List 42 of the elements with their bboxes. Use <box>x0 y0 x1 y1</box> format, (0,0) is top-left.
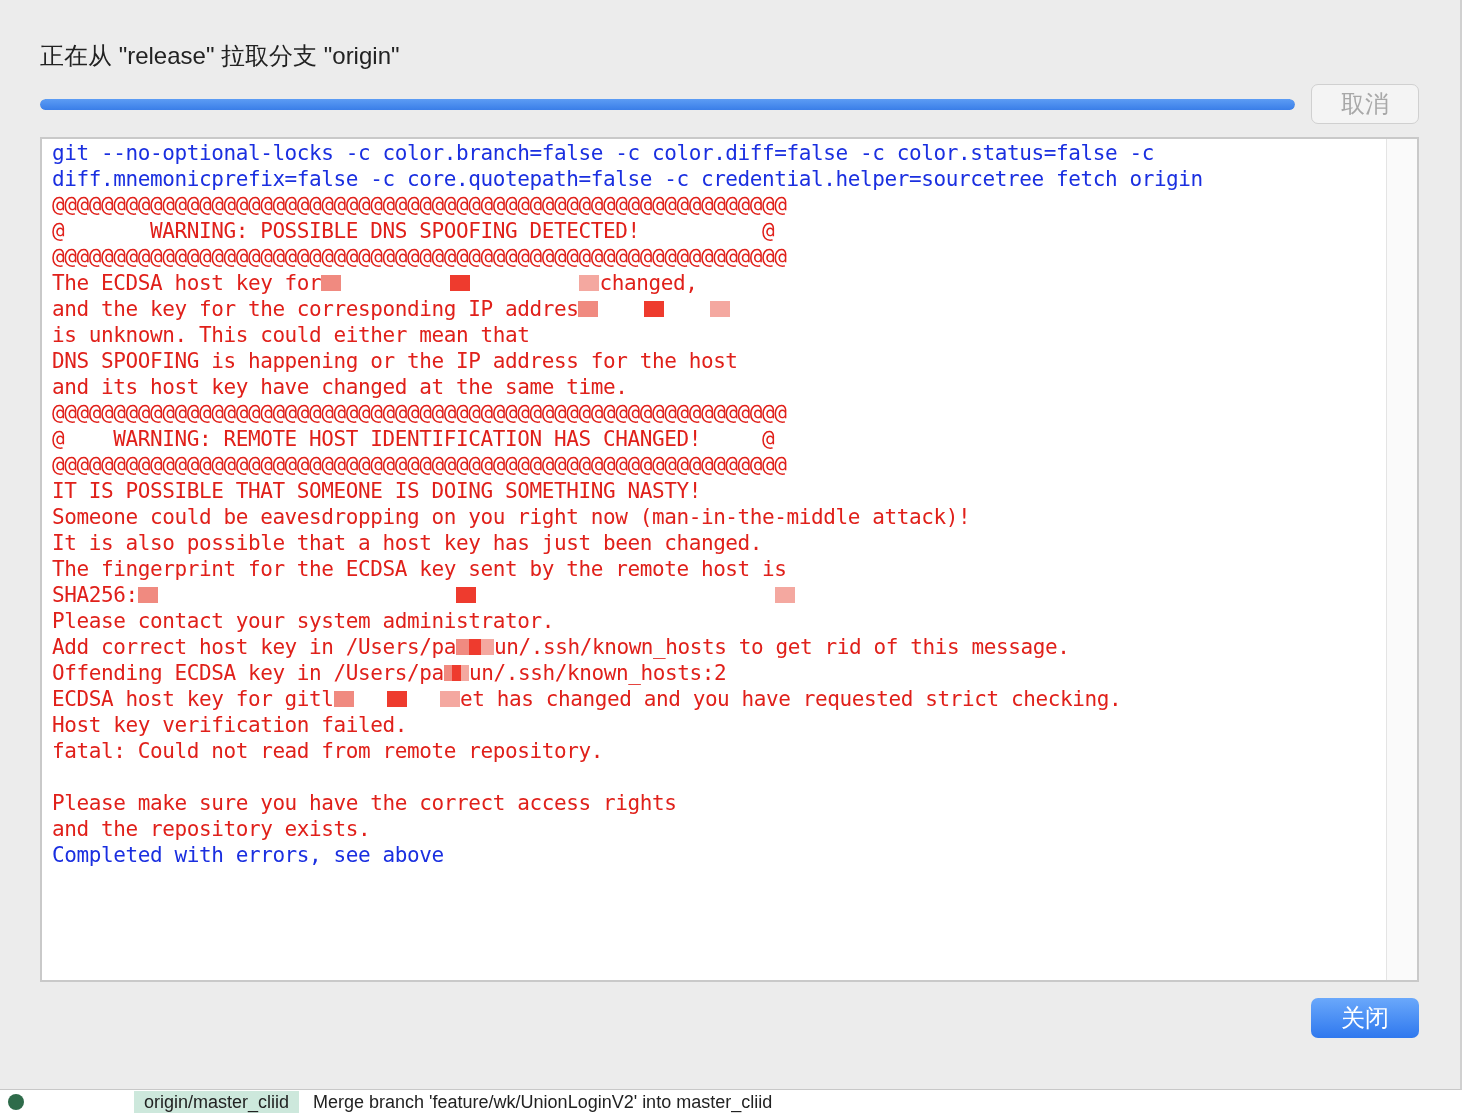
log-text: and the key for the corresponding IP addres <box>52 296 579 322</box>
log-text: @@@@@@@@@@@@@@@@@@@@@@@@@@@@@@@@@@@@@@@@@@@@@@@@@@@@@@@@@@@@ <box>52 452 787 478</box>
log-text: IT IS POSSIBLE THAT SOMEONE IS DOING SOMETHING NASTY! <box>52 478 701 504</box>
commit-dot-icon <box>8 1094 24 1110</box>
log-text: @@@@@@@@@@@@@@@@@@@@@@@@@@@@@@@@@@@@@@@@@@@@@@@@@@@@@@@@@@@@ <box>52 192 787 218</box>
log-text: @ WARNING: REMOTE HOST IDENTIFICATION HAS CHANGED! @ <box>52 426 775 452</box>
log-text: Please make sure you have the correct access rights <box>52 790 677 816</box>
commit-message: Merge branch 'feature/wk/UnionLoginV2' into master_cliid <box>313 1091 773 1113</box>
log-text: The ECDSA host key for <box>52 270 322 296</box>
redaction-icon <box>137 587 796 603</box>
log-text: et has changed and you have requested strict checking. <box>460 686 1122 712</box>
log-text: @@@@@@@@@@@@@@@@@@@@@@@@@@@@@@@@@@@@@@@@@@@@@@@@@@@@@@@@@@@@ <box>52 244 787 270</box>
log-text: SHA256: <box>52 582 138 608</box>
log-text: ECDSA host key for gitl <box>52 686 334 712</box>
branch-tag: origin/master_cliid <box>134 1091 300 1113</box>
redaction-icon <box>321 275 600 291</box>
log-text: Offending ECDSA key in /Users/pa <box>52 660 444 686</box>
redaction-icon <box>456 639 494 655</box>
log-text: Completed with errors, see above <box>52 842 444 868</box>
redaction-icon <box>333 691 460 707</box>
log-text: Please contact your system administrator. <box>52 608 554 634</box>
log-text: changed, <box>599 270 698 296</box>
log-text: fatal: Could not read from remote repository. <box>52 738 603 764</box>
log-text: is unknown. This could either mean that <box>52 322 530 348</box>
log-text: Add correct host key in /Users/pa <box>52 634 457 660</box>
log-text: git --no-optional-locks -c color.branch=false -c color.diff=false -c color.status=false -c <box>52 140 1154 166</box>
log-text: It is also possible that a host key has just been changed. <box>52 530 763 556</box>
dialog-title: 正在从 "release" 拉取分支 "origin" <box>40 41 401 71</box>
log-text: un/.ssh/known_hosts to get rid of this message. <box>493 634 1070 660</box>
log-text: The fingerprint for the ECDSA key sent by the remote host is <box>52 556 787 582</box>
log-text: and the repository exists. <box>52 816 371 842</box>
log-text: Someone could be eavesdropping on you right now (man-in-the-middle attack)! <box>52 504 971 530</box>
log-text: DNS SPOOFING is happening or the IP address for the host <box>52 348 738 374</box>
redaction-icon <box>443 665 470 681</box>
log-text: and its host key have changed at the same time. <box>52 374 628 400</box>
log-text: @@@@@@@@@@@@@@@@@@@@@@@@@@@@@@@@@@@@@@@@@@@@@@@@@@@@@@@@@@@@ <box>52 400 787 426</box>
log-text: Host key verification failed. <box>52 712 408 738</box>
log-text: un/.ssh/known_hosts:2 <box>469 660 727 686</box>
log-text: @ WARNING: POSSIBLE DNS SPOOFING DETECTED! @ <box>52 218 775 244</box>
close-button[interactable]: 关闭 <box>1311 998 1419 1038</box>
redaction-icon <box>578 301 731 317</box>
log-text: diff.mnemonicprefix=false -c core.quotepath=false -c credential.helper=sourcetree fetch origin <box>52 166 1203 192</box>
